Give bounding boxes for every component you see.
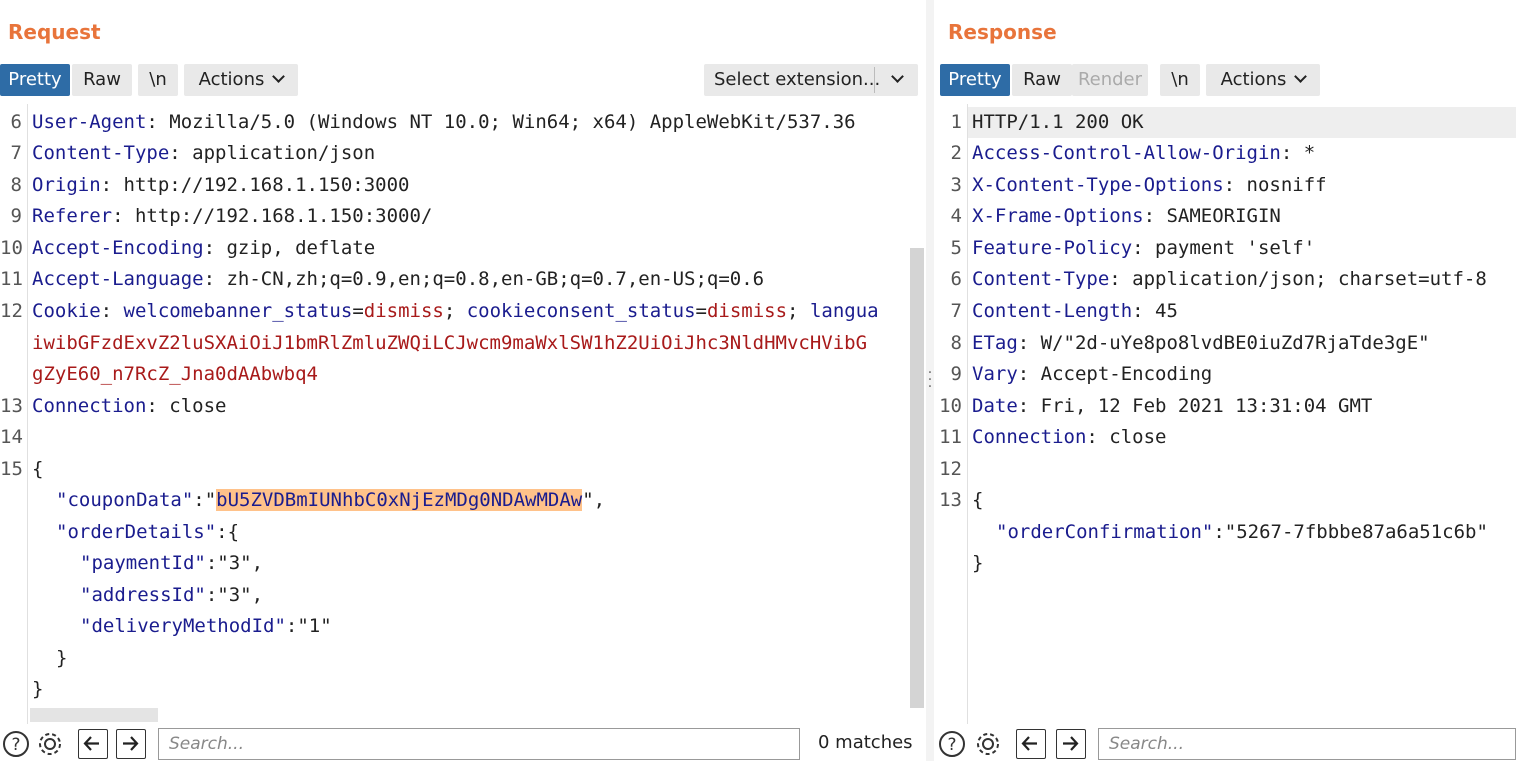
previous-match-button[interactable] — [1016, 729, 1046, 759]
actions-button[interactable]: Actions — [184, 64, 298, 96]
code-line: 8 ETag: W/"2d-uYe8po8lvdBE0iuZd7RjaTde3gE… — [950, 332, 1430, 354]
cookie-wrap-line: iwibGFzdExvZ2luSXAiOiJ1bmRlZmluZWQiLCJwc… — [32, 332, 868, 354]
gear-icon[interactable] — [974, 730, 1002, 758]
search-field[interactable] — [1098, 728, 1516, 760]
code-line: 3 X-Content-Type-Options: nosniff — [950, 174, 1327, 196]
code-line: 14 — [0, 426, 23, 448]
tab-raw[interactable]: Raw — [1012, 64, 1072, 96]
next-match-button[interactable] — [116, 729, 146, 759]
cookie-line: 12 Cookie: welcomebanner_status=dismiss; … — [0, 300, 879, 322]
code-line: 10 Date: Fri, 12 Feb 2021 13:31:04 GMT — [939, 395, 1373, 417]
vertical-scrollbar[interactable] — [910, 248, 924, 708]
tab-pretty[interactable]: Pretty — [940, 64, 1010, 96]
code-line: 8 Origin: http://192.168.1.150:3000 — [10, 174, 410, 196]
response-title: Response — [948, 20, 1057, 44]
code-line: 2 Access-Control-Allow-Origin: * — [950, 142, 1316, 164]
request-pane: Request Pretty Raw \n Actions Select ext… — [0, 0, 926, 761]
horizontal-scrollbar[interactable] — [30, 708, 158, 722]
actions-label: Actions — [198, 69, 265, 90]
arrow-right-icon — [1063, 736, 1079, 751]
help-icon[interactable]: ? — [938, 730, 966, 758]
arrow-left-icon — [1021, 736, 1037, 751]
code-line: 13 Connection: close — [0, 395, 227, 417]
status-line: 1 HTTP/1.1 200 OK — [950, 111, 1144, 133]
tab-pretty[interactable]: Pretty — [0, 64, 70, 96]
request-editor[interactable]: - . - - - - - . . 6User-Agent: Mozilla/5… — [0, 104, 926, 724]
code-line: 4 X-Frame-Options: SAMEORIGIN — [950, 205, 1281, 227]
json-payment-line: "paymentId":"3", — [80, 552, 264, 574]
help-icon[interactable]: ? — [2, 730, 30, 758]
extension-select-label: Select extension... — [714, 69, 881, 90]
search-input[interactable] — [1099, 729, 1515, 759]
actions-label: Actions — [1220, 69, 1287, 90]
json-delivery-line: "deliveryMethodId":"1" — [80, 615, 332, 637]
chevron-down-icon — [272, 70, 286, 83]
cookie-wrap-line: gZyE60_n7RcZ_Jna0dAAbwbq4 — [32, 363, 318, 385]
arrow-left-icon — [83, 736, 99, 751]
select-divider — [874, 67, 875, 93]
code-line: 9 Referer: http://192.168.1.150:3000/ — [10, 205, 433, 227]
response-toolbar: Pretty Raw Render \n Actions — [934, 64, 1516, 96]
response-editor[interactable]: 1 HTTP/1.1 200 OK 2 Access-Control-Allow-O… — [934, 104, 1516, 724]
json-order-line: "orderDetails":{ — [56, 521, 240, 543]
json-coupon-line: "couponData":"bU5ZVDBmIUNhbC0xNjEzMDg0ND… — [56, 489, 606, 511]
code-line: 7 Content-Length: 45 — [950, 300, 1178, 322]
tab-newline[interactable]: \n — [1160, 64, 1200, 96]
request-search-bar: ? 0 matches — [0, 726, 926, 761]
tab-render[interactable]: Render — [1072, 64, 1148, 96]
json-close: } — [32, 678, 44, 700]
request-toolbar: Pretty Raw \n Actions Select extension..… — [0, 64, 926, 96]
chevron-down-icon — [1294, 70, 1308, 83]
chevron-down-icon — [891, 70, 904, 83]
request-title: Request — [8, 20, 101, 44]
tab-newline[interactable]: \n — [138, 64, 178, 96]
next-match-button[interactable] — [1056, 729, 1086, 759]
tab-raw[interactable]: Raw — [72, 64, 132, 96]
svg-text:?: ? — [11, 735, 20, 755]
code-line: 9 Vary: Accept-Encoding — [950, 363, 1213, 385]
search-field[interactable] — [158, 728, 800, 760]
pane-splitter[interactable]: · · · — [926, 0, 934, 761]
previous-match-button[interactable] — [78, 729, 108, 759]
response-pane: Response Pretty Raw Render \n Actions 1H… — [934, 0, 1516, 761]
code-line: 10 Accept-Encoding: gzip, deflate — [0, 237, 376, 259]
drag-handle-icon: · · · — [927, 365, 933, 395]
gear-icon[interactable] — [36, 730, 64, 758]
svg-text:?: ? — [947, 735, 956, 755]
extension-select[interactable]: Select extension... — [704, 64, 918, 96]
code-line: 12 — [939, 458, 962, 480]
search-input[interactable] — [159, 729, 799, 759]
json-open: 13{ — [939, 489, 984, 511]
json-address-line: "addressId":"3", — [80, 584, 264, 606]
code-line: 11 Accept-Language: zh-CN,zh;q=0.9,en;q=0… — [0, 268, 765, 290]
response-search-bar: ? — [934, 726, 1516, 761]
json-close: } — [972, 552, 984, 574]
selected-coupon-value: bU5ZVDBmIUNhbC0xNjEzMDg0NDAwMDAw — [216, 489, 583, 511]
code-line: 7 Content-Type: application/json — [10, 142, 376, 164]
code-line: 11 Connection: close — [939, 426, 1167, 448]
actions-button[interactable]: Actions — [1206, 64, 1320, 96]
json-confirmation-line: "orderConfirmation":"5267-7fbbbe87a6a51c… — [996, 521, 1488, 543]
code-line: 6 User-Agent: Mozilla/5.0 (Windows NT 10.… — [10, 111, 856, 133]
code-line: 5 Feature-Policy: payment 'self' — [950, 237, 1316, 259]
match-count: 0 matches — [818, 732, 913, 753]
code-line: 6 Content-Type: application/json; charset… — [950, 268, 1487, 290]
arrow-right-icon — [123, 736, 139, 751]
json-open: 15{ — [0, 458, 44, 480]
json-close-inner: } — [56, 647, 68, 669]
